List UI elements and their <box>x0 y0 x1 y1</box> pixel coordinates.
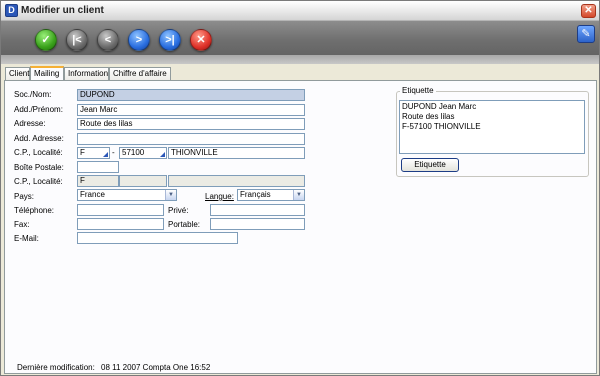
next-icon[interactable]: > <box>128 29 150 51</box>
dropdown-corner-icon <box>160 152 165 157</box>
cp-country-field[interactable]: F <box>77 147 110 159</box>
add-prenom-label: Add./Prénom: <box>14 105 63 114</box>
toolbar-shine <box>1 55 599 64</box>
cp2-country-field: F <box>77 175 119 187</box>
cp-country-value: F <box>80 148 85 157</box>
etiquette-line: Route des lilas <box>402 112 455 121</box>
etiquette-group-title: Etiquette <box>400 86 436 95</box>
telephone-label: Téléphone: <box>14 206 55 215</box>
fax-field[interactable] <box>77 218 164 230</box>
cp-localite-label: C.P., Localité: <box>14 148 63 157</box>
etiquette-line: DUPOND Jean Marc <box>402 102 477 111</box>
previous-icon[interactable]: < <box>97 29 119 51</box>
cp-code-value: 57100 <box>122 148 145 157</box>
etiquette-preview: DUPOND Jean Marc Route des lilas F-57100… <box>399 100 585 154</box>
add-adresse-label: Add. Adresse: <box>14 134 64 143</box>
langue-select[interactable]: Français ▼ <box>237 189 305 201</box>
cp2-city-field <box>168 175 305 187</box>
cp-dash: - <box>112 148 115 157</box>
pays-label: Pays: <box>14 192 35 201</box>
soc-nom-field[interactable]: DUPOND <box>77 89 305 101</box>
client-window: D Modifier un client ✕ ✓ |< < > >| ✕ ✎ C… <box>0 0 600 376</box>
cp-city-field[interactable]: THIONVILLE <box>168 147 305 159</box>
boite-postale-field[interactable] <box>77 161 119 173</box>
adresse-label: Adresse: <box>14 119 46 128</box>
fax-label: Fax: <box>14 220 30 229</box>
cancel-icon[interactable]: ✕ <box>190 29 212 51</box>
email-label: E-Mail: <box>14 234 39 243</box>
portable-label: Portable: <box>168 220 201 229</box>
checkmark-icon[interactable]: ✓ <box>35 29 57 51</box>
first-record-icon[interactable]: |< <box>66 29 88 51</box>
etiquette-line: F-57100 THIONVILLE <box>402 122 481 131</box>
cp-code-field[interactable]: 57100 <box>119 147 167 159</box>
tab-chiffre-affaire[interactable]: Chiffre d'affaire <box>109 67 171 81</box>
tab-client[interactable]: Client <box>5 67 30 81</box>
telephone-field[interactable] <box>77 204 164 216</box>
cp-localite2-label: C.P., Localité: <box>14 177 63 186</box>
pays-value: France <box>80 190 105 199</box>
last-modified-label: Dernière modification: <box>17 363 95 372</box>
title-bar: D Modifier un client ✕ <box>1 1 599 21</box>
etiquette-button[interactable]: Etiquette <box>401 158 459 172</box>
last-modified-value: 08 11 2007 Compta One 16:52 <box>101 363 211 372</box>
app-logo-icon: D <box>5 4 18 17</box>
pays-select[interactable]: France ▼ <box>77 189 177 201</box>
toolbar: ✓ |< < > >| ✕ ✎ <box>1 21 599 64</box>
dropdown-corner-icon <box>103 152 108 157</box>
adresse-field[interactable]: Route des lilas <box>77 118 305 130</box>
close-window-button[interactable]: ✕ <box>581 4 596 18</box>
tab-information[interactable]: Information <box>64 67 109 81</box>
chevron-down-icon[interactable]: ▼ <box>293 190 304 200</box>
langue-value: Français <box>240 190 271 199</box>
portable-field[interactable] <box>210 218 305 230</box>
boite-postale-label: Boîte Postale: <box>14 163 64 172</box>
add-prenom-field[interactable]: Jean Marc <box>77 104 305 116</box>
soc-nom-label: Soc./Nom: <box>14 90 52 99</box>
last-record-icon[interactable]: >| <box>159 29 181 51</box>
tab-mailing[interactable]: Mailing <box>30 66 64 81</box>
prive-field[interactable] <box>210 204 305 216</box>
email-field[interactable] <box>77 232 238 244</box>
window-title: Modifier un client <box>21 5 104 16</box>
prive-label: Privé: <box>168 206 189 215</box>
chevron-down-icon[interactable]: ▼ <box>165 190 176 200</box>
cp2-code-field <box>119 175 167 187</box>
tool-pencil-icon[interactable]: ✎ <box>577 25 595 43</box>
langue-label: Langue: <box>205 192 234 201</box>
add-adresse-field[interactable] <box>77 133 305 145</box>
